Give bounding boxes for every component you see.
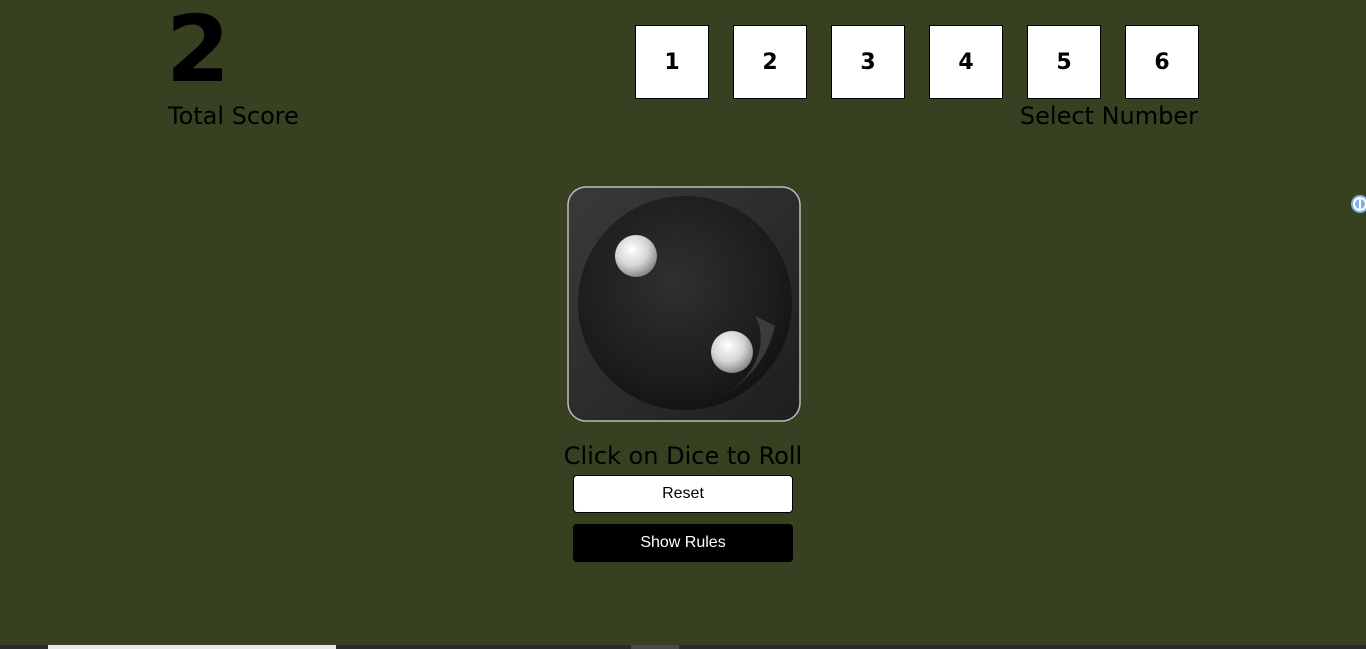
dice-two-icon[interactable] xyxy=(567,186,801,422)
show-rules-button[interactable]: Show Rules xyxy=(573,524,793,562)
reset-button[interactable]: Reset xyxy=(573,475,793,513)
select-number-label: Select Number xyxy=(1019,102,1198,130)
scrollbar-thumb[interactable] xyxy=(48,645,336,649)
number-option-6[interactable]: 6 xyxy=(1125,25,1199,99)
number-option-1[interactable]: 1 xyxy=(635,25,709,99)
extension-icon[interactable] xyxy=(1350,194,1366,214)
game-page: 2 Total Score 1 2 3 4 5 6 Select Number xyxy=(0,0,1366,649)
number-option-3[interactable]: 3 xyxy=(831,25,905,99)
horizontal-scrollbar[interactable] xyxy=(0,645,1366,649)
number-option-2[interactable]: 2 xyxy=(733,25,807,99)
dice-graphic xyxy=(567,186,801,422)
total-score-value: 2 xyxy=(166,0,230,103)
number-option-5[interactable]: 5 xyxy=(1027,25,1101,99)
roll-instruction-text: Click on Dice to Roll xyxy=(563,442,803,470)
number-option-4[interactable]: 4 xyxy=(929,25,1003,99)
number-selector: 1 2 3 4 5 6 xyxy=(635,25,1199,99)
scrollbar-marker xyxy=(631,645,679,649)
total-score-label: Total Score xyxy=(168,102,299,130)
